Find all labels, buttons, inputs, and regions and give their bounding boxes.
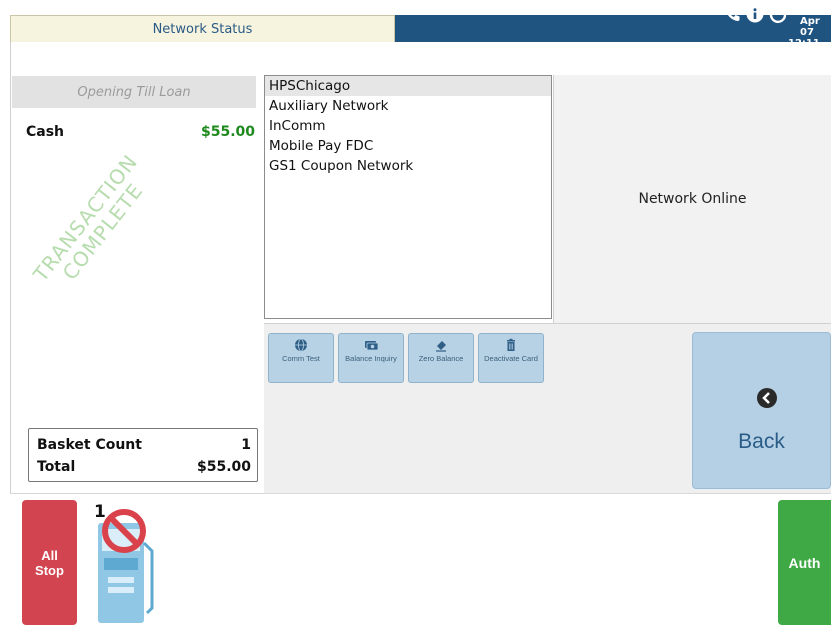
trash-icon [507,338,515,351]
header-tab-network-status[interactable]: Network Status [10,15,395,42]
date-text: Apr 07 [800,16,820,38]
date-time: Apr 07 12:11 PM [788,16,831,60]
total-label: Total [37,459,76,475]
money-icon [365,341,378,351]
time-text: 12:11 PM [788,38,820,60]
network-list[interactable]: HPSChicago Auxiliary Network InComm Mobi… [264,75,552,319]
network-status-text: Network Online [638,191,747,207]
all-stop-button[interactable]: All Stop [22,500,77,625]
back-label: Back [738,430,785,453]
receipt-title: Opening Till Loan [12,76,256,108]
network-item-mobile-pay[interactable]: Mobile Pay FDC [265,136,551,156]
balance-inquiry-button[interactable]: Balance Inquiry [338,333,404,383]
line-item-amount: $55.00 [200,124,255,140]
network-item-hpschicago[interactable]: HPSChicago [265,76,551,96]
comm-test-label: Comm Test [282,354,320,363]
line-item-label: Cash [26,124,65,140]
total-row: Total $55.00 [37,459,251,479]
comm-test-button[interactable]: Comm Test [268,333,334,383]
auth-button[interactable]: Auth [778,500,831,625]
zero-balance-button[interactable]: Zero Balance [408,333,474,383]
phone-icon[interactable] [722,4,742,24]
network-item-incomm[interactable]: InComm [265,116,551,136]
all-stop-label: All Stop [35,547,64,578]
total-value: $55.00 [196,459,251,475]
auth-label: Auth [788,554,821,571]
network-status-panel: Network Online [553,75,831,323]
back-button[interactable] [692,332,831,489]
chevron-left-icon [757,388,777,408]
deactivate-card-label: Deactivate Card [484,354,538,363]
refresh-icon[interactable] [768,4,788,24]
basket-count-value: 1 [241,437,251,453]
totals-box: Basket Count 1 Total $55.00 [28,428,258,482]
eraser-icon [436,341,446,352]
pump-number: 1 [94,502,106,522]
header-bar [395,15,831,42]
pos-screen: Network Status Apr 07 12:11 PM Opening T… [0,0,831,631]
network-item-auxiliary[interactable]: Auxiliary Network [265,96,551,116]
network-item-gs1-coupon[interactable]: GS1 Coupon Network [265,156,551,176]
zero-balance-label: Zero Balance [418,354,464,363]
basket-count-label: Basket Count [37,437,142,453]
header-title: Network Status [152,21,253,37]
deactivate-card-button[interactable]: Deactivate Card [478,333,544,383]
globe-icon [295,338,307,352]
info-icon[interactable] [745,4,765,24]
balance-inquiry-label: Balance Inquiry [345,354,397,363]
basket-count-row: Basket Count 1 [37,437,251,457]
